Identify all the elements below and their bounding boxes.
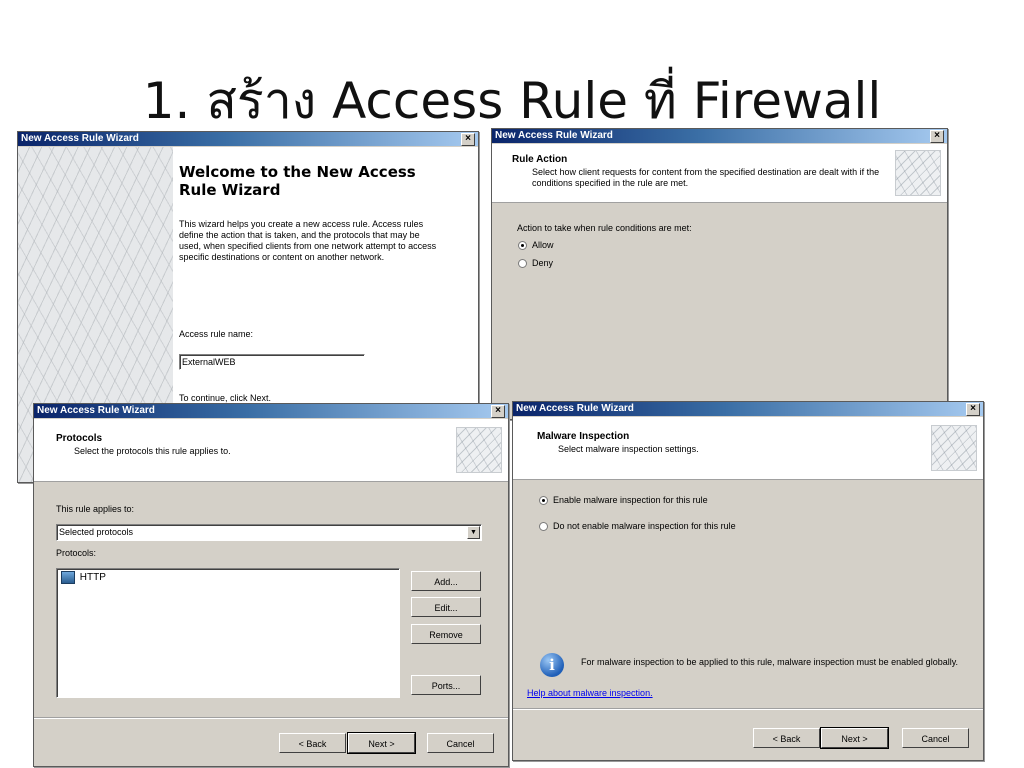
malware-inspection-window: New Access Rule Wizard × Malware Inspect… [512,401,984,761]
protocol-icon [61,571,75,584]
header-subtitle: Select the protocols this rule applies t… [74,446,231,456]
window-title: New Access Rule Wizard [37,405,155,416]
ports-button[interactable]: Ports... [411,675,481,695]
window-title: New Access Rule Wizard [21,133,139,144]
welcome-titlebar[interactable]: New Access Rule Wizard × [18,132,478,146]
applies-label: This rule applies to: [56,504,135,514]
close-button[interactable]: × [966,403,980,416]
action-prompt: Action to take when rule conditions are … [517,223,692,233]
header-title: Protocols [56,433,103,444]
header-graphic-icon [456,427,502,473]
enable-malware-label: Enable malware inspection for this rule [553,495,708,505]
header-graphic-icon [931,425,977,471]
malware-header: Malware Inspection Select malware inspec… [513,417,983,480]
list-item[interactable]: HTTP [61,571,106,585]
rule-action-window: New Access Rule Wizard × Rule Action Sel… [491,128,948,420]
close-button[interactable]: × [491,405,505,418]
deny-label: Deny [532,258,554,268]
add-protocol-button[interactable]: Add... [411,571,481,591]
access-rule-name-input[interactable]: ExternalWEB [179,354,365,370]
protocols-label: Protocols: [56,548,97,558]
malware-help-link[interactable]: Help about malware inspection. [527,688,653,698]
header-subtitle: Select how client requests for content f… [532,167,880,188]
close-button[interactable]: × [930,130,944,143]
applies-select-value: Selected protocols [59,527,134,537]
malware-titlebar[interactable]: New Access Rule Wizard × [513,402,983,416]
next-button[interactable]: Next > [820,727,889,749]
window-title: New Access Rule Wizard [495,130,613,141]
cancel-button[interactable]: Cancel [427,733,494,753]
close-button[interactable]: × [461,133,475,146]
protocols-header: Protocols Select the protocols this rule… [34,419,508,482]
remove-protocol-button[interactable]: Remove [411,624,481,644]
header-title: Rule Action [512,154,568,165]
malware-info-text: For malware inspection to be applied to … [581,657,959,667]
info-icon: i [540,653,564,677]
protocols-window: New Access Rule Wizard × Protocols Selec… [33,403,509,767]
footer-divider [34,717,508,719]
allow-radio[interactable] [518,241,527,250]
rule-action-header: Rule Action Select how client requests f… [492,144,947,203]
allow-label: Allow [532,240,554,250]
header-graphic-icon [895,150,941,196]
protocol-name: HTTP [79,572,106,584]
back-button[interactable]: < Back [279,733,346,753]
deny-radio[interactable] [518,259,527,268]
protocols-list[interactable]: HTTP [56,568,400,698]
edit-protocol-button[interactable]: Edit... [411,597,481,617]
applies-select[interactable]: Selected protocols ▼ [56,524,482,541]
protocols-titlebar[interactable]: New Access Rule Wizard × [34,404,508,418]
rule-action-titlebar[interactable]: New Access Rule Wizard × [492,129,947,143]
disable-malware-label: Do not enable malware inspection for thi… [553,521,736,531]
enable-malware-radio[interactable] [539,496,548,505]
footer-divider [513,708,983,710]
window-title: New Access Rule Wizard [516,403,634,414]
header-subtitle: Select malware inspection settings. [558,444,699,454]
back-button[interactable]: < Back [753,728,820,748]
cancel-button[interactable]: Cancel [902,728,969,748]
welcome-body: This wizard helps you create a new acces… [179,219,437,262]
chevron-down-icon[interactable]: ▼ [467,526,480,539]
access-rule-name-label: Access rule name: [179,329,254,339]
welcome-heading: Welcome to the New Access Rule Wizard [179,163,416,199]
header-title: Malware Inspection [537,431,630,442]
next-button[interactable]: Next > [347,732,416,754]
disable-malware-radio[interactable] [539,522,548,531]
